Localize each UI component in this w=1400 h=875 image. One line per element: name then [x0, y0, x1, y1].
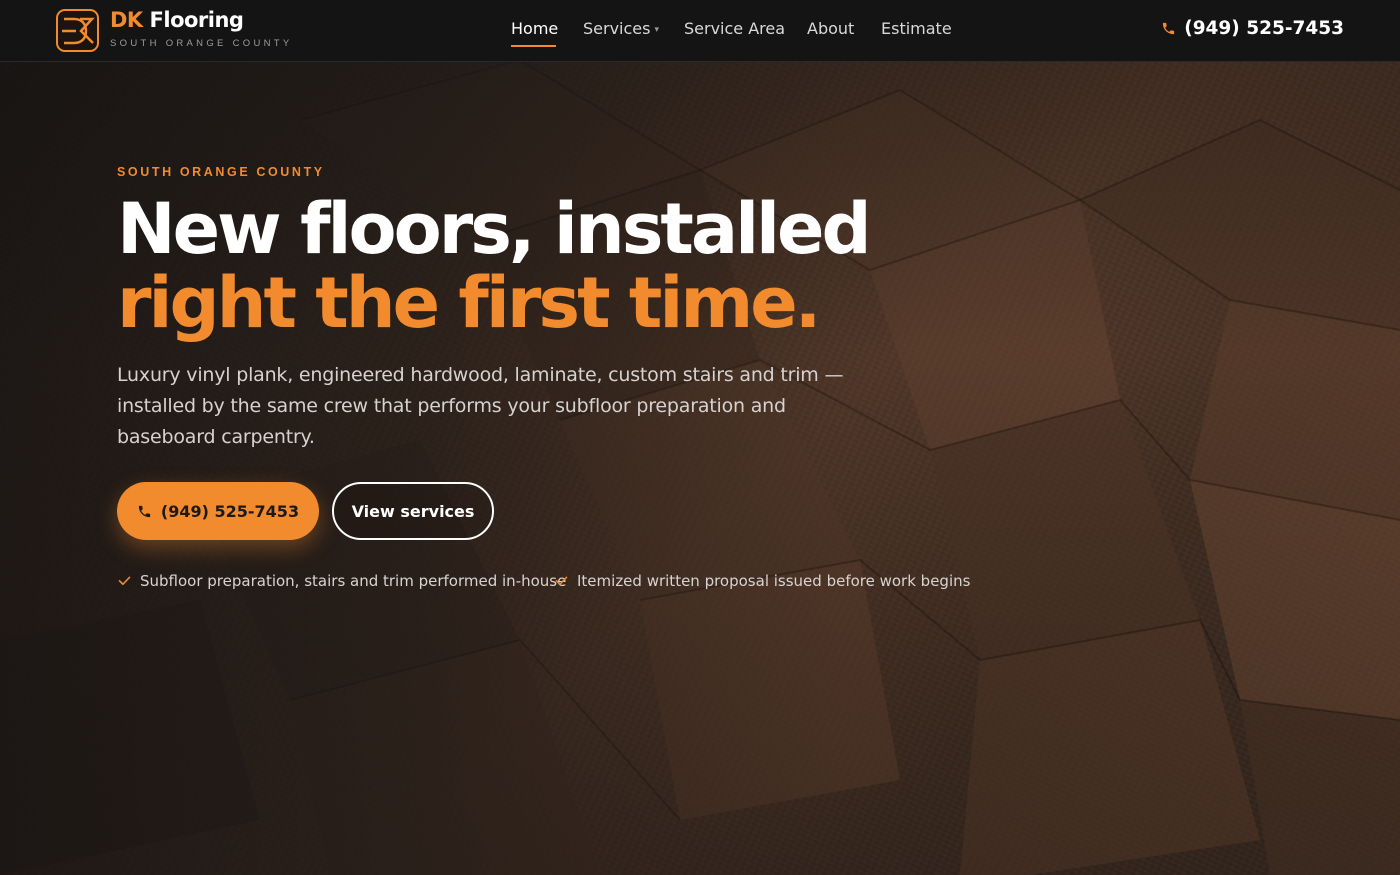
- nav-about[interactable]: About: [807, 19, 854, 38]
- dk-monogram-icon[interactable]: [56, 9, 99, 52]
- check-item-text: Itemized written proposal issued before …: [577, 572, 971, 590]
- call-button-label: (949) 525-7453: [160, 501, 300, 521]
- site-header: DK Flooring SOUTH ORANGE COUNTY Home Ser…: [0, 0, 1400, 62]
- nav-services[interactable]: Services ▾: [583, 19, 659, 38]
- nav-services-label: Services: [583, 19, 651, 38]
- brand-tagline: SOUTH ORANGE COUNTY: [110, 38, 293, 49]
- hero-eyebrow: SOUTH ORANGE COUNTY: [117, 165, 325, 179]
- hero-headline: New floors, installed right the first ti…: [117, 188, 872, 344]
- nav-estimate[interactable]: Estimate: [881, 19, 952, 38]
- nav-service-area[interactable]: Service Area: [684, 19, 785, 38]
- nav-home[interactable]: Home: [511, 19, 558, 38]
- header-phone-link[interactable]: (949) 525-7453: [1161, 18, 1344, 39]
- call-button[interactable]: (949) 525-7453: [117, 482, 319, 540]
- checkmark-icon: [118, 576, 131, 586]
- headline-line-2: right the first time.: [117, 262, 821, 344]
- check-item: Itemized written proposal issued before …: [554, 572, 970, 590]
- brand-word: Flooring: [149, 8, 244, 32]
- logo-glyph: [62, 17, 95, 45]
- header-phone-number: (949) 525-7453: [1184, 18, 1344, 39]
- hero-description: Luxury vinyl plank, engineered hardwood,…: [117, 364, 844, 448]
- phone-icon: [138, 505, 151, 517]
- checkmark-icon: [555, 576, 568, 586]
- view-services-button[interactable]: View services: [332, 482, 494, 540]
- view-services-label: View services: [351, 501, 475, 521]
- chevron-down-icon: ▾: [654, 24, 659, 35]
- check-item-text: Subfloor preparation, stairs and trim pe…: [140, 572, 567, 590]
- nav-active-indicator: [511, 45, 556, 47]
- brand-name[interactable]: DK Flooring: [110, 8, 244, 32]
- brand-accent: DK: [110, 8, 143, 32]
- phone-icon: [1163, 22, 1175, 35]
- check-item: Subfloor preparation, stairs and trim pe…: [117, 572, 566, 590]
- headline-line-1: New floors, installed: [117, 188, 872, 270]
